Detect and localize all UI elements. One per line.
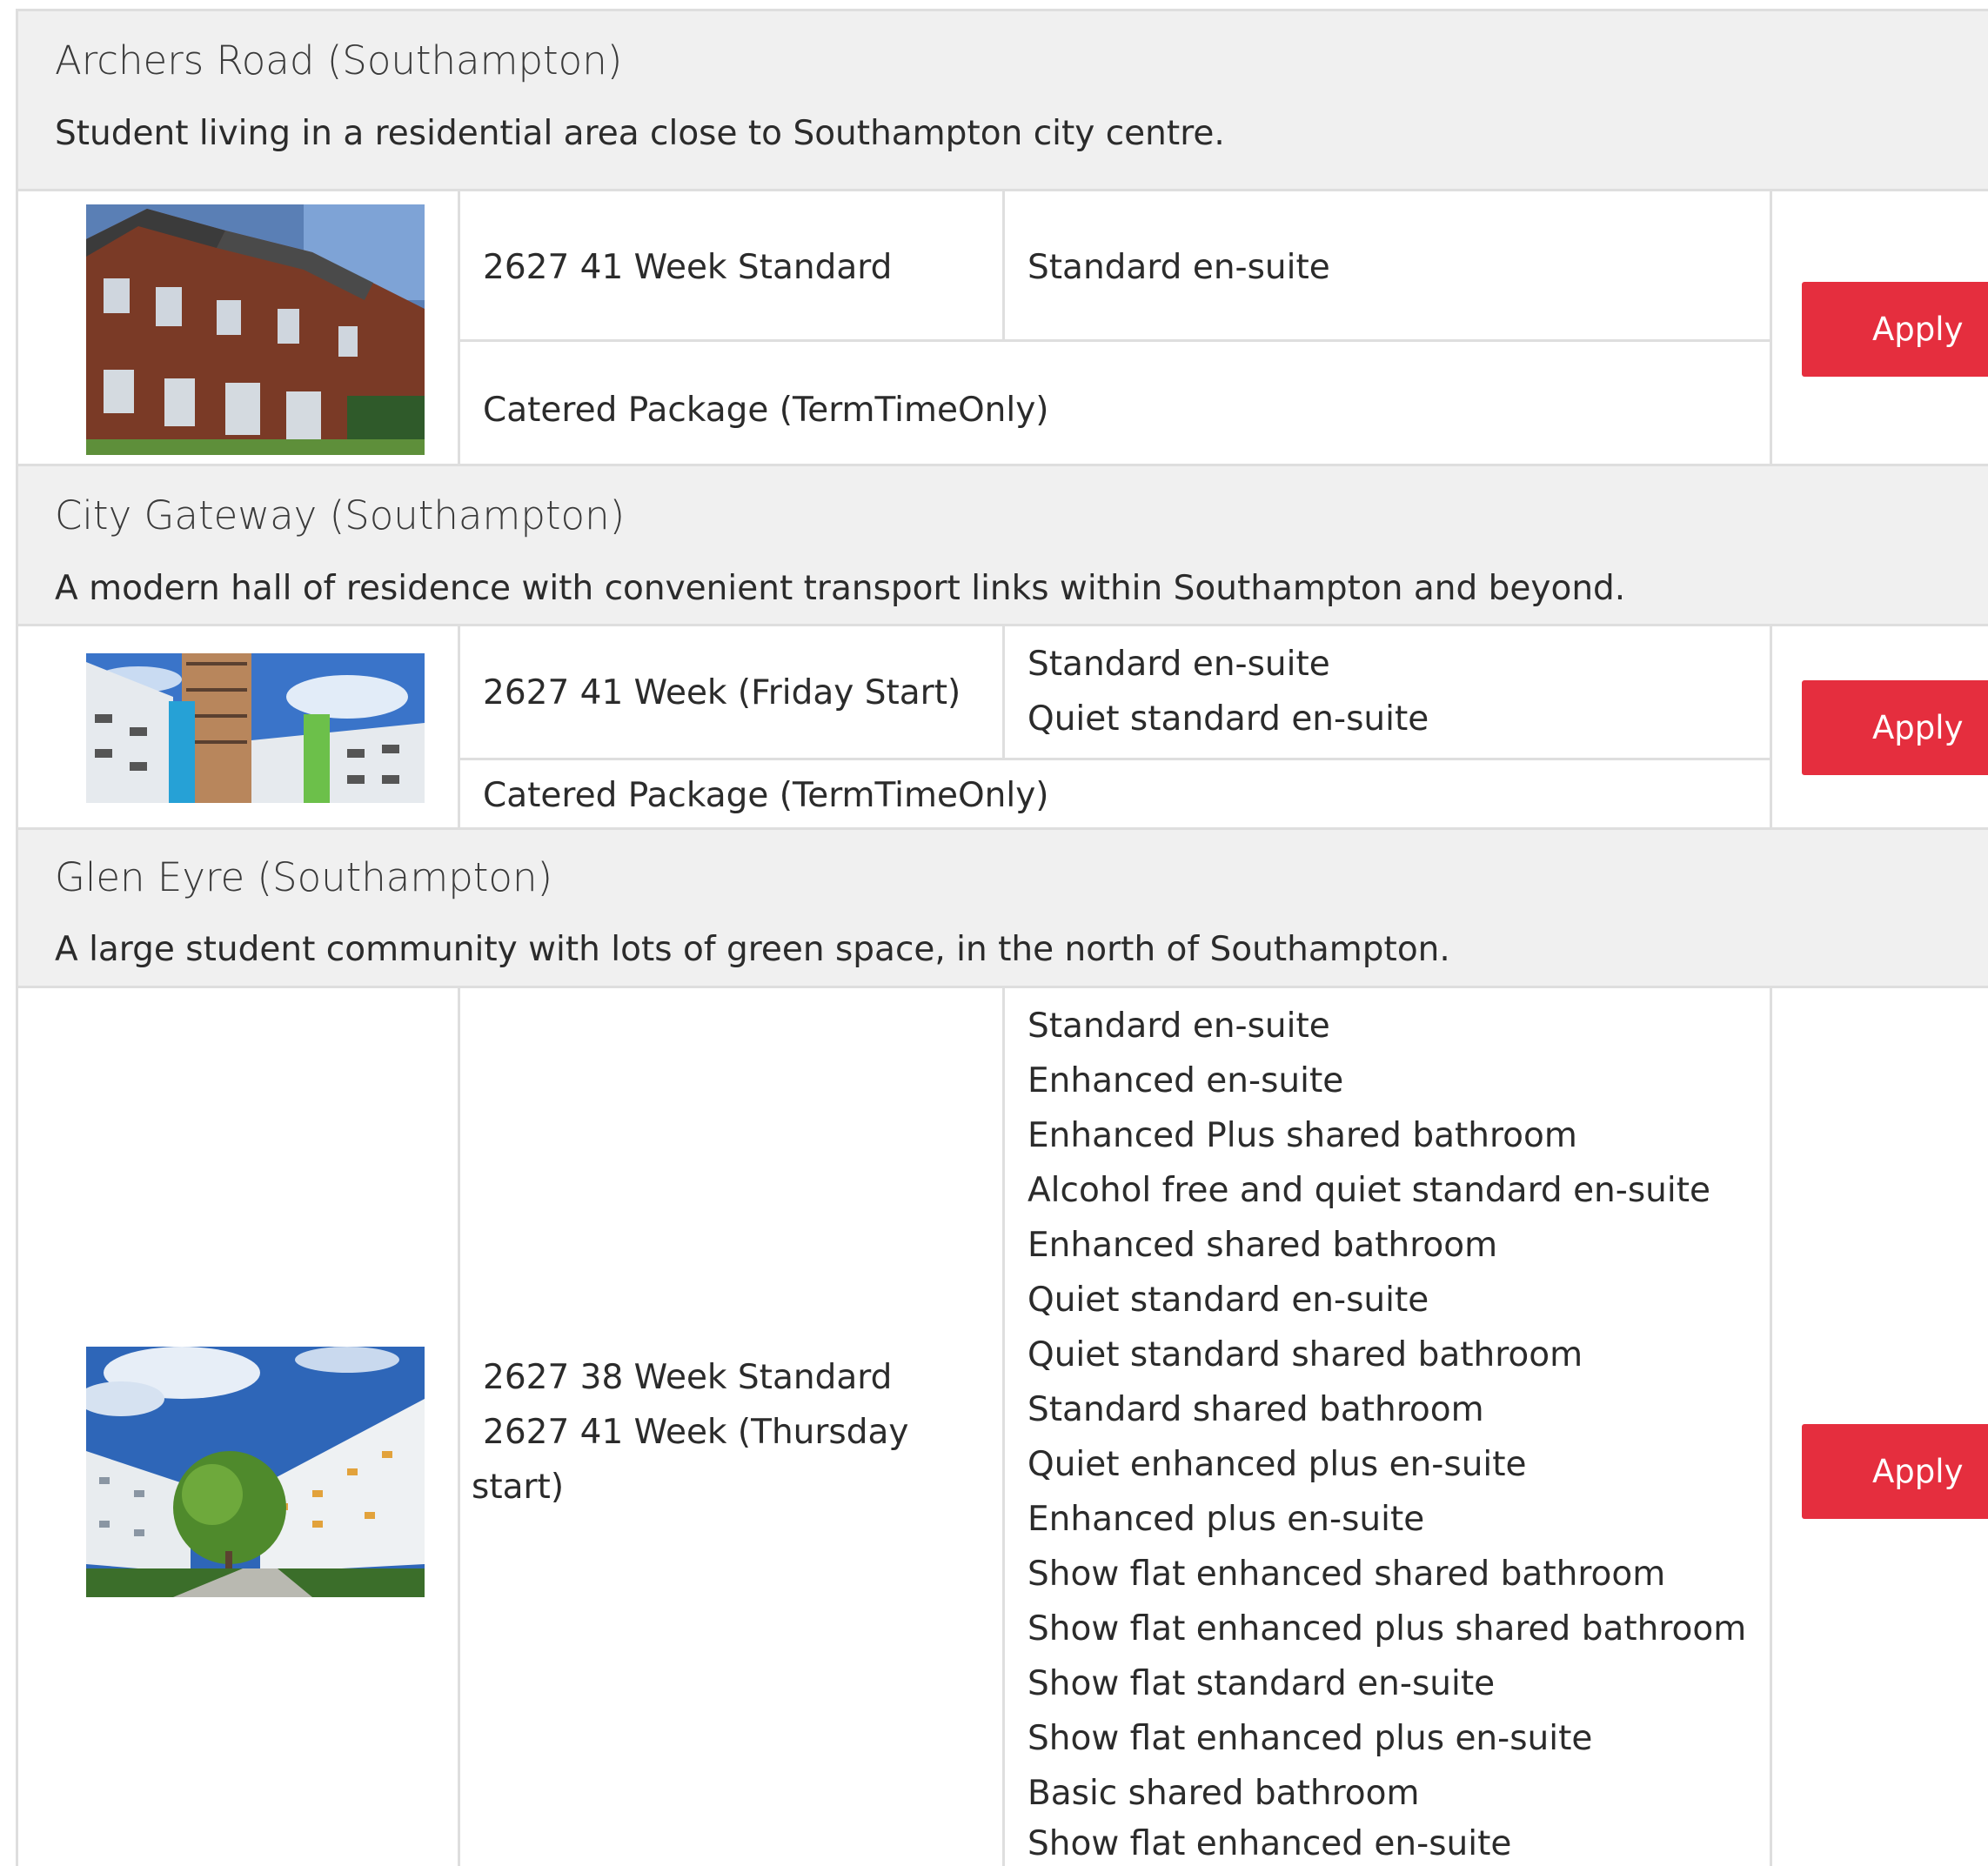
room-type: Standard en-suite bbox=[1027, 248, 1330, 287]
room-type: Basic shared bathroom bbox=[1027, 1774, 1420, 1813]
listing-title: Archers Road (Southampton) bbox=[55, 37, 623, 84]
glen-eyre-photo bbox=[86, 1347, 425, 1597]
room-type: Quiet standard en-suite bbox=[1027, 699, 1429, 739]
city-gateway-photo bbox=[86, 653, 425, 803]
room-type: Enhanced Plus shared bathroom bbox=[1027, 1116, 1577, 1155]
room-type: Enhanced shared bathroom bbox=[1027, 1226, 1498, 1265]
room-type: Quiet enhanced plus en-suite bbox=[1027, 1445, 1527, 1484]
contract-term: 2627 41 Week Standard bbox=[483, 248, 893, 287]
contract-term: 2627 38 Week Standard bbox=[483, 1358, 893, 1397]
listing-title: City Gateway (Southampton) bbox=[55, 492, 626, 538]
listing-row-glen-eyre: 2627 38 Week Standard 2627 41 Week (Thur… bbox=[18, 988, 1988, 1866]
room-type: Show flat enhanced en-suite bbox=[1027, 1824, 1512, 1863]
listing-row-city-gateway: 2627 41 Week (Friday Start) Standard en-… bbox=[18, 626, 1988, 830]
room-type: Quiet standard shared bathroom bbox=[1027, 1335, 1583, 1374]
contract-term: 2627 41 Week (Thursday bbox=[483, 1413, 909, 1452]
listing-header-glen-eyre: Glen Eyre (Southampton) A large student … bbox=[18, 830, 1988, 988]
listing-description: Student living in a residential area clo… bbox=[55, 114, 1225, 153]
listing-description: A modern hall of residence with convenie… bbox=[55, 569, 1626, 608]
listing-header-city-gateway: City Gateway (Southampton) A modern hall… bbox=[18, 466, 1988, 626]
room-type: Enhanced en-suite bbox=[1027, 1061, 1344, 1100]
listing-header-archers-road: Archers Road (Southampton) Student livin… bbox=[18, 11, 1988, 191]
contract-term-continued: start) bbox=[472, 1468, 565, 1507]
room-type: Standard en-suite bbox=[1027, 1007, 1330, 1046]
contract-term: 2627 41 Week (Friday Start) bbox=[483, 673, 961, 712]
catering-package: Catered Package (TermTimeOnly) bbox=[483, 776, 1049, 815]
listing-title: Glen Eyre (Southampton) bbox=[55, 854, 553, 900]
apply-button[interactable]: Apply bbox=[1802, 680, 1988, 775]
room-type: Show flat enhanced shared bathroom bbox=[1027, 1555, 1666, 1594]
room-type: Alcohol free and quiet standard en-suite bbox=[1027, 1171, 1711, 1210]
room-type: Standard en-suite bbox=[1027, 645, 1330, 684]
apply-button[interactable]: Apply bbox=[1802, 282, 1988, 377]
listing-row-archers-road: 2627 41 Week Standard Standard en-suite … bbox=[18, 191, 1988, 466]
room-type: Standard shared bathroom bbox=[1027, 1390, 1484, 1429]
room-type: Show flat standard en-suite bbox=[1027, 1664, 1496, 1703]
room-type: Show flat enhanced plus shared bathroom bbox=[1027, 1609, 1747, 1649]
room-type: Show flat enhanced plus en-suite bbox=[1027, 1719, 1593, 1758]
archers-road-photo bbox=[86, 204, 425, 455]
room-type: Quiet standard en-suite bbox=[1027, 1281, 1429, 1320]
listing-description: A large student community with lots of g… bbox=[55, 930, 1450, 969]
room-type: Enhanced plus en-suite bbox=[1027, 1500, 1425, 1539]
apply-button[interactable]: Apply bbox=[1802, 1424, 1988, 1519]
catering-package: Catered Package (TermTimeOnly) bbox=[483, 391, 1049, 430]
